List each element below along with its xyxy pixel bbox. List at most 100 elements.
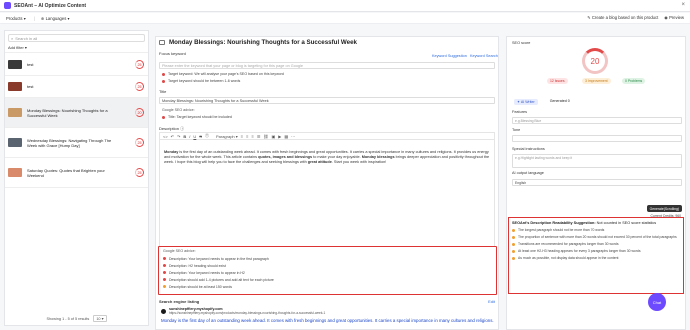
align-right-icon[interactable]: ≡: [251, 134, 253, 139]
table-icon[interactable]: ▦: [284, 134, 288, 139]
rule-text: Transitions are recommended for paragrap…: [518, 242, 619, 246]
listing-site: sunshinepffiery.myshopify.com https://su…: [161, 307, 325, 315]
focus-keyword-input[interactable]: Please enter the keyword that your page …: [159, 62, 495, 69]
list-item[interactable]: test 25: [5, 76, 148, 98]
keyword-search-link[interactable]: Keyword Search: [470, 54, 498, 58]
site-icon: [161, 308, 166, 314]
list-item[interactable]: test 25: [5, 54, 148, 76]
score-badge: 25: [135, 138, 144, 147]
score-badge: 20: [135, 108, 144, 117]
clear-format-icon[interactable]: Ⓣ: [205, 133, 209, 139]
status-dot: [163, 257, 166, 260]
more-icon[interactable]: ⋯: [291, 134, 295, 139]
search-placeholder: Search in all: [15, 35, 38, 41]
undo-icon[interactable]: ↶: [171, 134, 174, 139]
seo-advice-heading: Google SEO advice:: [163, 249, 196, 253]
readability-rule: As much as possible, not display data sh…: [512, 256, 680, 260]
tab-generated[interactable]: Generated 0: [550, 99, 570, 105]
readability-heading: SEOAnt's Description Readability Suggest…: [512, 221, 680, 225]
special-instructions-input[interactable]: e.g.Highlight lasting words and keep it: [512, 154, 682, 168]
per-page-value: 10: [96, 317, 101, 321]
create-blog-label: Create a blog based on this product: [591, 15, 659, 20]
title-bar: SEOAnt – AI Optimize Content ×: [0, 0, 690, 12]
status-dot: [163, 278, 166, 281]
search-input[interactable]: ⌕ Search in all: [8, 34, 145, 42]
edit-listing-link[interactable]: Edit: [488, 299, 495, 304]
generate-button[interactable]: Generate(Scrolling): [646, 205, 682, 212]
close-icon[interactable]: ×: [681, 2, 685, 8]
align-left-icon[interactable]: ≡: [241, 134, 243, 139]
image-insert-icon[interactable]: ▣: [271, 134, 275, 139]
special-instructions-label: Special instructions: [512, 147, 545, 151]
focus-keyword-label: Focus keyword: [159, 51, 186, 56]
output-language-select[interactable]: English: [512, 179, 682, 186]
readability-rule: Transitions are recommended for paragrap…: [512, 242, 680, 246]
score-badge: 25: [135, 60, 144, 69]
score-badge: 25: [135, 168, 144, 177]
status-dot: [512, 257, 515, 260]
add-filter-button[interactable]: Add filter ▾: [8, 45, 145, 50]
bold-icon[interactable]: B: [183, 134, 186, 139]
link-icon[interactable]: ⛓: [263, 134, 268, 139]
rule-text: The longest paragraph should not be more…: [518, 228, 605, 232]
status-dot: [163, 285, 166, 288]
status-dot: [512, 229, 515, 232]
status-dot: [162, 72, 165, 76]
body-text: Monday blessings: [361, 155, 395, 159]
generated-count: 0: [567, 99, 570, 103]
rule-text: Description: H2 heading should exist: [169, 263, 226, 268]
strikethrough-icon[interactable]: S: [199, 134, 202, 139]
tab-generated-label: Generated: [549, 99, 567, 103]
align-center-icon[interactable]: ≡: [246, 134, 248, 139]
sub-bar: Products ▾ | ⊕ Languages ▾ ✎ Create a bl…: [0, 13, 690, 24]
underline-icon[interactable]: U: [193, 134, 196, 139]
readability-title: SEOAnt's Description Readability Suggest…: [512, 221, 596, 225]
rule-text: Description should be at least 150 words: [169, 284, 233, 289]
thumbnail: [8, 168, 22, 177]
listing-snippet: Monday is the first day of an outstandin…: [161, 318, 494, 323]
per-page-select[interactable]: 10 ▾: [93, 315, 107, 322]
paragraph-select[interactable]: Paragraph ▾: [216, 134, 238, 139]
bullet-list-icon[interactable]: ☰: [257, 134, 261, 139]
image-icon: [159, 40, 165, 45]
chat-button[interactable]: Chat: [648, 293, 666, 311]
tab-ai-writer[interactable]: ✦ AI Writer: [514, 99, 538, 105]
list-item[interactable]: Wednesday Blessings: Navigating Through …: [5, 128, 148, 158]
thumbnail: [8, 82, 22, 91]
list-item-selected[interactable]: Monday Blessings: Nourishing Thoughts fo…: [5, 98, 148, 128]
keyword-rule: Target keyword should be between 1-6 wor…: [162, 79, 240, 83]
video-icon[interactable]: ▶: [278, 134, 281, 139]
writer-tabs: ✦ AI Writer Generated 0: [514, 99, 570, 105]
seo-rule: Description: H2 heading should exist: [163, 262, 492, 269]
body-text: Monday: [164, 150, 179, 154]
seo-rule: Description: Your keyword needs to appea…: [163, 255, 492, 262]
preview-link[interactable]: ◉ Preview: [664, 15, 684, 20]
seo-score-label: SEO score: [512, 41, 531, 45]
paragraph-value: Paragraph: [215, 133, 235, 139]
site-url: https://sunshinepffiery.myshopify.com/pr…: [169, 311, 326, 315]
readability-rule: At least one H2-H3 heading appears for e…: [512, 249, 680, 253]
status-dot: [162, 115, 165, 119]
rule-text: Description should add 1-4 pictures and …: [169, 277, 274, 282]
google-advice-label: Google SEO advice:: [162, 108, 195, 112]
create-blog-link[interactable]: ✎ Create a blog based on this product: [587, 15, 658, 20]
list-item[interactable]: Saturday Quotes: Quotes that Brighten yo…: [5, 158, 148, 188]
products-dropdown[interactable]: Products ▾: [6, 16, 26, 21]
italic-icon[interactable]: I: [189, 134, 190, 139]
tone-label: Tone: [512, 128, 521, 132]
code-icon[interactable]: <>: [163, 134, 168, 139]
languages-dropdown[interactable]: ⊕ Languages ▾: [41, 16, 70, 21]
readability-rule: The longest paragraph should not be more…: [512, 228, 680, 232]
rule-text: Description: Your keyword needs to appea…: [169, 270, 245, 275]
readability-suggestion-box: SEOAnt's Description Readability Suggest…: [508, 217, 684, 294]
redo-icon[interactable]: ↷: [177, 134, 180, 139]
title-input[interactable]: Monday Blessings: Nourishing Thoughts fo…: [159, 97, 495, 104]
features-input[interactable]: e.g.Blessing Blue: [512, 117, 682, 124]
thumbnail: [8, 108, 22, 117]
seo-rule: Description should add 1-4 pictures and …: [163, 276, 492, 283]
keyword-suggestion-link[interactable]: Keyword Suggestion: [432, 54, 467, 58]
title-label: Title: [159, 89, 167, 94]
pagination-summary: Showing 1 - 5 of 5 results: [46, 316, 90, 321]
tone-select[interactable]: [512, 135, 682, 142]
rule-text: Target keyword: We will analyse your pag…: [168, 72, 284, 76]
